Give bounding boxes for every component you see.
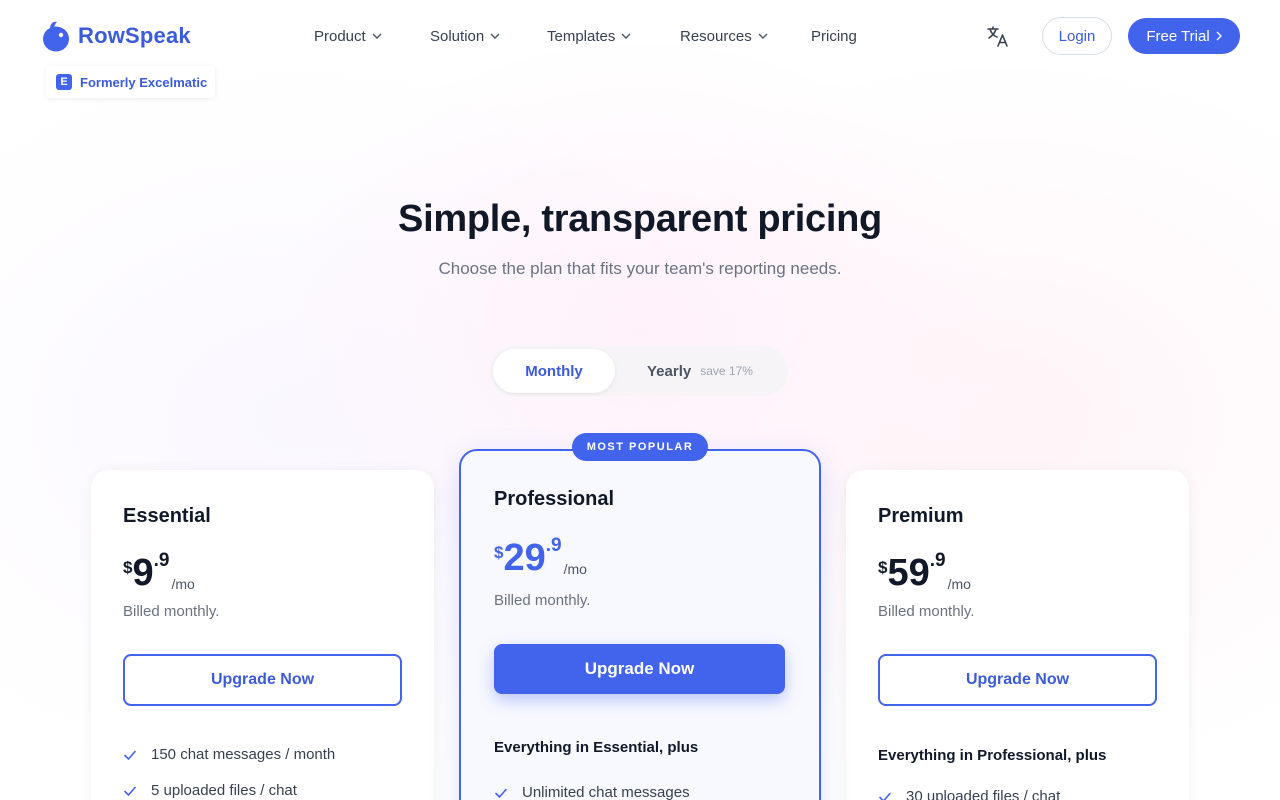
- login-button[interactable]: Login: [1042, 17, 1112, 55]
- formerly-badge: E Formerly Excelmatic: [46, 66, 216, 98]
- free-trial-label: Free Trial: [1146, 27, 1210, 45]
- plan-card-professional: Professional $ 29 .9 /mo Billed monthly.…: [459, 449, 821, 800]
- feature-text: Unlimited chat messages: [522, 784, 690, 800]
- nav-item-templates[interactable]: Templates: [547, 24, 631, 48]
- yearly-label: Yearly: [647, 362, 692, 380]
- check-icon: [495, 788, 507, 798]
- price-amount: 59: [887, 552, 930, 594]
- nav-item-pricing[interactable]: Pricing: [811, 24, 857, 48]
- nav-item-label: Pricing: [811, 27, 857, 45]
- nav-item-solution[interactable]: Solution: [430, 24, 500, 48]
- upgrade-now-button[interactable]: Upgrade Now: [494, 644, 785, 694]
- upgrade-now-button[interactable]: Upgrade Now: [878, 654, 1157, 706]
- rowspeak-logo-icon: [43, 21, 69, 52]
- price-currency: $: [878, 558, 888, 577]
- billing-note: Billed monthly.: [123, 603, 220, 620]
- translate-icon[interactable]: [986, 24, 1010, 48]
- nav-item-resources[interactable]: Resources: [680, 24, 768, 48]
- feature-item: Unlimited chat messages: [494, 784, 690, 800]
- upgrade-now-button[interactable]: Upgrade Now: [123, 654, 402, 706]
- plan-card-premium: Premium $ 59 .9 /mo Billed monthly. Upgr…: [846, 470, 1189, 800]
- nav-item-product[interactable]: Product: [314, 24, 382, 48]
- plan-card-essential: Essential $ 9 .9 /mo Billed monthly. Upg…: [91, 470, 434, 800]
- price-decimals: .9: [545, 535, 562, 556]
- plan-price: $ 9 .9 /mo: [123, 550, 195, 594]
- billing-toggle: Monthly Yearly save 17%: [490, 346, 788, 396]
- feature-item: 5 uploaded files / chat: [123, 782, 297, 799]
- billing-note: Billed monthly.: [878, 603, 975, 620]
- price-period: /mo: [563, 561, 587, 577]
- feature-text: 5 uploaded files / chat: [151, 782, 297, 799]
- yearly-option[interactable]: Yearly save 17%: [647, 349, 753, 393]
- feature-item: 150 chat messages / month: [123, 746, 335, 763]
- feature-text: 150 chat messages / month: [151, 746, 336, 763]
- price-amount: 9: [132, 552, 154, 594]
- check-icon: [879, 792, 891, 800]
- brand-name: RowSpeak: [78, 23, 191, 48]
- chevron-down-icon: [372, 33, 382, 39]
- check-icon: [124, 750, 136, 760]
- features-heading: Everything in Essential, plus: [494, 739, 699, 756]
- plan-name: Premium: [878, 505, 964, 527]
- chevron-down-icon: [621, 33, 631, 39]
- price-currency: $: [494, 543, 504, 562]
- feature-text: 30 uploaded files / chat: [906, 788, 1061, 800]
- page-title: Simple, transparent pricing: [398, 198, 882, 240]
- price-decimals: .9: [929, 550, 946, 571]
- plan-name: Essential: [123, 505, 211, 527]
- price-period: /mo: [171, 576, 195, 592]
- plan-price: $ 59 .9 /mo: [878, 550, 971, 594]
- chevron-down-icon: [490, 33, 500, 39]
- free-trial-button[interactable]: Free Trial: [1128, 18, 1240, 54]
- check-icon: [124, 786, 136, 796]
- chevron-right-icon: [1216, 31, 1222, 41]
- price-amount: 29: [503, 537, 546, 579]
- price-currency: $: [123, 558, 133, 577]
- most-popular-badge: MOST POPULAR: [572, 433, 708, 461]
- yearly-savings-note: save 17%: [700, 364, 753, 378]
- page-subtitle: Choose the plan that fits your team's re…: [438, 259, 842, 278]
- formerly-label: Formerly Excelmatic: [80, 74, 208, 90]
- excelmatic-icon: E: [56, 74, 72, 90]
- monthly-option[interactable]: Monthly: [493, 349, 615, 393]
- plan-price: $ 29 .9 /mo: [494, 535, 587, 579]
- nav-item-label: Product: [314, 27, 366, 45]
- nav-item-label: Templates: [547, 27, 616, 45]
- logo[interactable]: RowSpeak: [42, 20, 191, 52]
- nav-item-label: Resources: [680, 27, 752, 45]
- price-decimals: .9: [153, 550, 170, 571]
- features-heading: Everything in Professional, plus: [878, 747, 1107, 764]
- billing-note: Billed monthly.: [494, 592, 591, 609]
- price-period: /mo: [947, 576, 971, 592]
- feature-item: 30 uploaded files / chat: [878, 788, 1060, 800]
- chevron-down-icon: [758, 33, 768, 39]
- nav-item-label: Solution: [430, 27, 485, 45]
- plan-name: Professional: [494, 488, 615, 510]
